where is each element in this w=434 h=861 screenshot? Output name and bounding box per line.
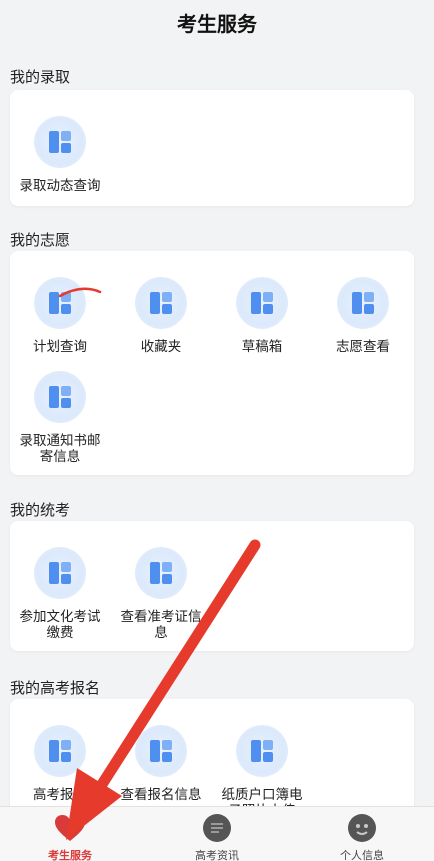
admission-letter-mailing-button[interactable]: 录取通知书邮寄信息 — [10, 371, 110, 465]
admit-card-info-button[interactable]: 查看准考证信息 — [111, 547, 211, 641]
item-label: 参加文化考试缴费 — [19, 609, 101, 641]
grid-icon — [236, 277, 288, 329]
nav-label: 考生服务 — [48, 849, 92, 861]
item-label: 高考报名 — [33, 787, 87, 803]
unified-exam-card: 参加文化考试缴费 查看准考证信息 — [10, 521, 414, 651]
grid-icon — [135, 725, 187, 777]
section-title-gaokao-registration: 我的高考报名 — [10, 679, 101, 697]
admission-card: 录取动态查询 — [10, 90, 414, 206]
item-label: 纸质户口簿电子照片上传 — [221, 787, 303, 806]
nav-tab-personal-info[interactable]: 个人信息 — [292, 807, 432, 861]
item-label: 查看报名信息 — [120, 787, 202, 803]
nav-label: 高考资讯 — [195, 849, 239, 861]
user-face-icon — [346, 812, 378, 844]
item-label: 志愿查看 — [336, 339, 390, 355]
grid-icon — [34, 725, 86, 777]
application-view-button[interactable]: 志愿查看 — [313, 277, 413, 355]
item-label: 录取通知书邮寄信息 — [19, 433, 101, 465]
grid-icon — [34, 371, 86, 423]
grid-icon — [236, 725, 288, 777]
grid-icon — [135, 277, 187, 329]
drafts-button[interactable]: 草稿箱 — [212, 277, 312, 355]
item-label: 收藏夹 — [140, 339, 182, 355]
section-title-unified-exam: 我的统考 — [10, 501, 71, 519]
section-title-application: 我的志愿 — [10, 231, 71, 249]
news-icon — [201, 812, 233, 844]
admission-status-query-button[interactable]: 录取动态查询 — [10, 116, 110, 194]
bottom-nav: 考生服务 高考资讯 个人信息 — [0, 806, 434, 861]
grid-icon — [34, 547, 86, 599]
nav-tab-exam-services[interactable]: 考生服务 — [0, 807, 140, 861]
plan-query-button[interactable]: 计划查询 — [10, 277, 110, 355]
favorites-button[interactable]: 收藏夹 — [111, 277, 211, 355]
item-label: 计划查询 — [33, 339, 87, 355]
nav-tab-gaokao-news[interactable]: 高考资讯 — [147, 807, 287, 861]
grid-icon — [135, 547, 187, 599]
exam-fee-payment-button[interactable]: 参加文化考试缴费 — [10, 547, 110, 641]
application-card: 计划查询 收藏夹 草稿箱 志愿查看 录取通知书邮寄信息 — [10, 251, 414, 475]
item-label: 草稿箱 — [241, 339, 283, 355]
grid-icon — [34, 277, 86, 329]
services-content[interactable]: 我的录取 录取动态查询 我的志愿 计划查询 收藏夹 草稿箱 志愿查看 录取通知书… — [0, 44, 434, 806]
page-header: 考生服务 — [0, 0, 434, 44]
nav-label: 个人信息 — [340, 849, 384, 861]
item-label: 查看准考证信息 — [120, 609, 202, 641]
heart-icon — [54, 812, 86, 844]
item-label: 录取动态查询 — [19, 178, 101, 194]
page-title: 考生服务 — [177, 11, 257, 36]
gaokao-register-button[interactable]: 高考报名 — [10, 725, 110, 803]
grid-icon — [34, 116, 86, 168]
household-register-photo-upload-button[interactable]: 纸质户口簿电子照片上传 — [212, 725, 312, 806]
gaokao-registration-card: 高考报名 查看报名信息 纸质户口簿电子照片上传 — [10, 699, 414, 806]
registration-info-button[interactable]: 查看报名信息 — [111, 725, 211, 803]
section-title-admission: 我的录取 — [10, 68, 71, 86]
grid-icon — [337, 277, 389, 329]
